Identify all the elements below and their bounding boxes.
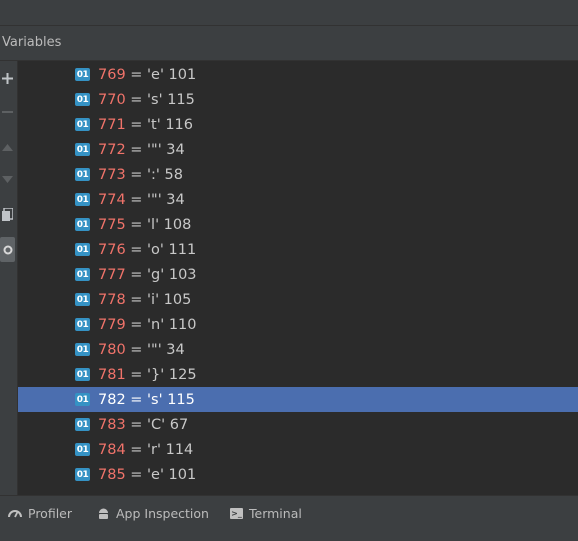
variable-index: 783 — [98, 416, 126, 433]
list-item[interactable]: 01 773 = ':' 58 — [18, 162, 578, 187]
variable-value: = '"' 34 — [130, 341, 185, 358]
variable-value: = 'r' 114 — [130, 441, 194, 458]
tab-app-inspection[interactable]: App Inspection — [97, 504, 209, 522]
remove-icon[interactable] — [0, 101, 15, 123]
variable-value: = 'i' 105 — [130, 291, 192, 308]
list-item[interactable]: 01 779 = 'n' 110 — [18, 312, 578, 337]
int-type-icon: 01 — [75, 243, 90, 256]
int-type-icon: 01 — [75, 93, 90, 106]
tab-profiler[interactable]: Profiler — [8, 504, 72, 522]
list-item-selected[interactable]: 01 782 = 's' 115 — [18, 387, 578, 412]
int-type-icon: 01 — [75, 468, 90, 481]
variable-value: = 't' 116 — [130, 116, 193, 133]
copy-icon[interactable] — [0, 203, 15, 225]
variable-value: = '"' 34 — [130, 141, 185, 158]
bottom-tool-window-bar: Profiler App Inspection >_ Terminal — [0, 495, 578, 541]
list-item[interactable]: 01 778 = 'i' 105 — [18, 287, 578, 312]
tab-app-inspection-label: App Inspection — [116, 505, 209, 521]
variable-index: 775 — [98, 216, 126, 233]
int-type-icon: 01 — [75, 443, 90, 456]
int-type-icon: 01 — [75, 268, 90, 281]
variable-index: 769 — [98, 66, 126, 83]
variable-index: 780 — [98, 341, 126, 358]
list-item[interactable]: 01 784 = 'r' 114 — [18, 437, 578, 462]
variable-index: 777 — [98, 266, 126, 283]
variable-value: = '"' 34 — [130, 191, 185, 208]
int-type-icon: 01 — [75, 143, 90, 156]
int-type-icon: 01 — [75, 368, 90, 381]
variable-value: = ':' 58 — [130, 166, 183, 183]
variable-index: 773 — [98, 166, 126, 183]
move-down-icon[interactable] — [0, 168, 15, 190]
variable-index: 772 — [98, 141, 126, 158]
variable-index: 774 — [98, 191, 126, 208]
variable-index: 776 — [98, 241, 126, 258]
list-item[interactable]: 01 770 = 's' 115 — [18, 87, 578, 112]
tab-profiler-label: Profiler — [28, 505, 73, 521]
list-item[interactable]: 01 772 = '"' 34 — [18, 137, 578, 162]
list-item[interactable]: 01 774 = '"' 34 — [18, 187, 578, 212]
variable-index: 779 — [98, 316, 126, 333]
list-item[interactable]: 01 769 = 'e' 101 — [18, 62, 578, 87]
int-type-icon: 01 — [75, 68, 90, 81]
variables-toolbar — [0, 61, 18, 495]
list-item[interactable]: 01 780 = '"' 34 — [18, 337, 578, 362]
add-icon[interactable] — [0, 67, 15, 89]
variables-panel-header: Variables — [0, 26, 578, 61]
terminal-icon: >_ — [230, 507, 243, 519]
variable-index: 784 — [98, 441, 126, 458]
variable-value: = 's' 115 — [130, 391, 195, 408]
variables-list[interactable]: 01 769 = 'e' 101 01 770 = 's' 115 01 771… — [18, 61, 578, 495]
variable-index: 771 — [98, 116, 126, 133]
variable-index: 778 — [98, 291, 126, 308]
variable-value: = 'l' 108 — [130, 216, 192, 233]
list-item[interactable]: 01 771 = 't' 116 — [18, 112, 578, 137]
variable-value: = 'e' 101 — [130, 466, 197, 483]
list-item[interactable]: 01 781 = '}' 125 — [18, 362, 578, 387]
watch-icon[interactable] — [0, 237, 15, 262]
variable-index: 770 — [98, 91, 126, 108]
int-type-icon: 01 — [75, 293, 90, 306]
tab-terminal-label: Terminal — [249, 505, 302, 521]
int-type-icon: 01 — [75, 318, 90, 331]
gauge-icon — [8, 510, 22, 518]
top-bar — [0, 0, 578, 26]
list-item[interactable]: 01 783 = 'C' 67 — [18, 412, 578, 437]
int-type-icon: 01 — [75, 393, 90, 406]
list-item[interactable]: 01 776 = 'o' 111 — [18, 237, 578, 262]
int-type-icon: 01 — [75, 218, 90, 231]
int-type-icon: 01 — [75, 168, 90, 181]
move-up-icon[interactable] — [0, 136, 15, 158]
int-type-icon: 01 — [75, 118, 90, 131]
variable-value: = 'e' 101 — [130, 66, 197, 83]
variable-value: = 'C' 67 — [130, 416, 189, 433]
variable-value: = 'n' 110 — [130, 316, 197, 333]
panel-title: Variables — [2, 35, 62, 50]
android-icon — [99, 508, 108, 519]
variable-index: 785 — [98, 466, 126, 483]
int-type-icon: 01 — [75, 343, 90, 356]
list-item[interactable]: 01 777 = 'g' 103 — [18, 262, 578, 287]
variable-value: = 'o' 111 — [130, 241, 197, 258]
variable-index: 782 — [98, 391, 126, 408]
variable-index: 781 — [98, 366, 126, 383]
tab-terminal[interactable]: >_ Terminal — [230, 504, 302, 522]
list-item[interactable]: 01 775 = 'l' 108 — [18, 212, 578, 237]
list-item[interactable]: 01 785 = 'e' 101 — [18, 462, 578, 487]
variable-value: = 'g' 103 — [130, 266, 197, 283]
variable-value: = '}' 125 — [130, 366, 197, 383]
int-type-icon: 01 — [75, 193, 90, 206]
variable-value: = 's' 115 — [130, 91, 195, 108]
int-type-icon: 01 — [75, 418, 90, 431]
